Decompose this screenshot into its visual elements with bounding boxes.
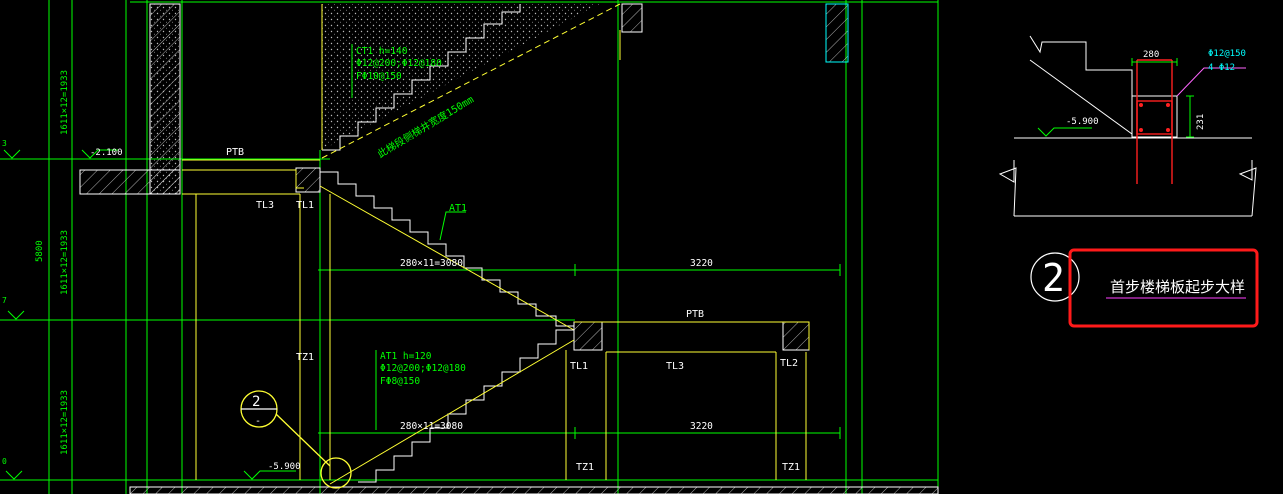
elev-ground: -5.900 [268, 462, 301, 472]
dim-span-lower: 3220 [690, 421, 713, 432]
detail-elev: -5.900 [1066, 117, 1099, 127]
dim-left-bot: 1611×12=1933 [60, 390, 70, 455]
at1-lower-note: AT1 h=120 Φ12@200;Φ12@180 FΦ8@150 [375, 350, 466, 430]
axis-lines [0, 0, 939, 494]
label-ptb-upper: PTB [226, 147, 244, 158]
ct1-note-line-3: FΦ10@150 [356, 71, 402, 82]
label-tz1-right: TZ1 [782, 462, 800, 473]
label-tl1-lower: TL1 [570, 361, 588, 372]
at1-upper-leader [439, 211, 466, 241]
dim-run-lower: 280×11=3080 [400, 421, 463, 432]
label-tz1-left: TZ1 [296, 352, 314, 363]
detail-title: 首步楼梯板起步大样 [1110, 278, 1245, 296]
dim-left-top: 1611×12=1933 [60, 70, 70, 135]
label-tl3-lower: TL3 [666, 361, 684, 372]
level-label-2: 7 [2, 296, 7, 305]
detail-rebar-top: Φ12@150 [1208, 49, 1246, 59]
detail-number: 2 [1042, 256, 1065, 300]
detail-width: 280 [1143, 50, 1159, 60]
detail-drawing: 280 231 Φ12@150 4 Φ12 -5.900 [998, 35, 1257, 217]
ct1-note-line-1: CT1 h=140 [356, 46, 408, 57]
stair-flight-lower [329, 329, 575, 485]
label-tl2-lower: TL2 [780, 358, 798, 369]
at1-note-line-1: AT1 h=120 [380, 351, 432, 362]
dim-span-upper: 3220 [690, 258, 713, 269]
at1-note-line-2: Φ12@200;Φ12@180 [380, 363, 466, 374]
level-label-1: 3 [2, 139, 7, 148]
dim-left-mid: 1611×12=1933 [60, 230, 70, 295]
concrete-walls [79, 3, 939, 494]
stair-flight-upper [319, 171, 575, 331]
callout-number: 2 [252, 394, 260, 410]
elev-ground-marker [243, 470, 296, 480]
label-ptb-lower: PTB [686, 309, 704, 320]
label-tl1-upper: TL1 [296, 200, 314, 211]
callout-sub: - [255, 416, 261, 427]
dim-total: 5800 [35, 240, 45, 262]
elev-landing: -2.100 [90, 148, 123, 158]
label-tl3-upper: TL3 [256, 200, 274, 211]
detail-rebar-bot: 4 Φ12 [1208, 63, 1235, 73]
at1-note-line-3: FΦ8@150 [380, 376, 420, 387]
left-level-markers [3, 149, 25, 480]
dim-run-upper: 280×11=3080 [400, 258, 463, 269]
level-label-3: 0 [2, 457, 7, 466]
detail-height: 231 [1196, 114, 1206, 130]
label-at1-upper: AT1 [449, 203, 467, 214]
ct1-note-line-2: Φ12@200;Φ12@180 [356, 58, 442, 69]
cad-drawing-canvas: 3 7 0 1611×12=1933 1611×12=1933 1611×12=… [0, 0, 1259, 494]
label-tz1-mid: TZ1 [576, 462, 594, 473]
